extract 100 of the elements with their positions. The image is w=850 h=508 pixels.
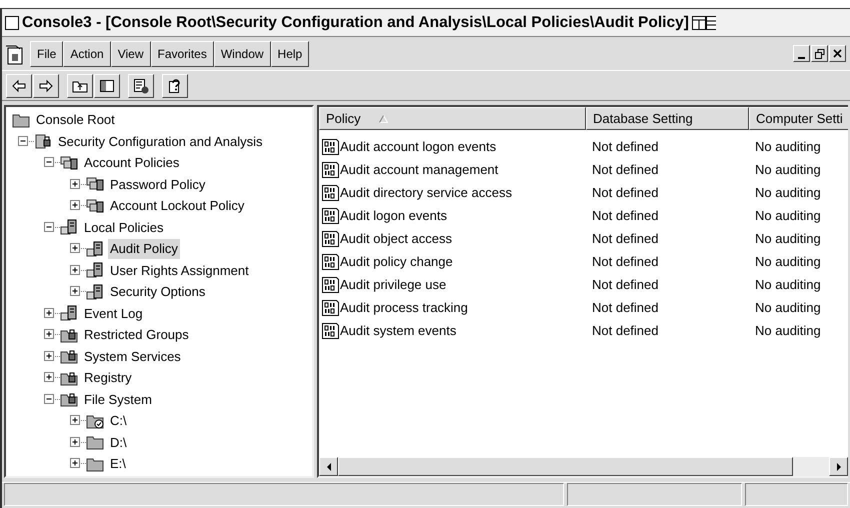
tree-item[interactable]: E:\ [108, 454, 128, 474]
table-cell: No auditing [755, 276, 821, 292]
cascade-icon [706, 16, 716, 30]
tree-item[interactable]: Local Policies [82, 218, 166, 237]
policy-name[interactable]: Audit system events [340, 320, 456, 340]
tree-item[interactable]: C:\ [108, 411, 129, 430]
policy-name[interactable]: Audit object access [340, 228, 452, 248]
menu-item[interactable]: File [30, 40, 64, 66]
column-header[interactable]: Computer Setti [749, 107, 848, 130]
table-cell: No auditing [755, 230, 821, 246]
expand-icon[interactable] [70, 415, 81, 426]
server-icon [86, 284, 104, 300]
expand-icon[interactable] [44, 308, 55, 319]
table-cell: Not defined [592, 300, 658, 315]
minimize-button[interactable] [793, 45, 810, 62]
close-button[interactable] [829, 45, 846, 62]
tree-item[interactable]: Account Policies [82, 153, 182, 172]
sort-ascending-icon [378, 114, 388, 122]
table-cell: No auditing [755, 208, 821, 223]
expand-icon[interactable] [70, 436, 81, 448]
collapse-icon[interactable] [18, 136, 29, 147]
binary-document-icon [321, 252, 340, 270]
tree-item[interactable]: Audit Policy [108, 239, 180, 258]
column-header[interactable]: Database Setting [586, 107, 749, 130]
locked-folder-icon [60, 348, 78, 364]
locked-folder-icon [60, 391, 78, 408]
export-list-icon[interactable] [128, 74, 154, 98]
binary-document-icon [321, 160, 340, 178]
expand-icon[interactable] [70, 286, 81, 298]
expand-icon[interactable] [44, 329, 55, 340]
collapse-icon[interactable] [44, 222, 55, 233]
tree-item[interactable]: Event Log [82, 304, 145, 323]
server-icon [60, 305, 78, 322]
expand-icon[interactable] [70, 243, 81, 254]
tree-item[interactable]: D:\ [108, 432, 129, 452]
tree-item[interactable]: Security Configuration and Analysis [56, 132, 265, 151]
menu-item[interactable]: Help [270, 40, 310, 66]
folder-icon [86, 456, 104, 472]
table-cell: Not defined [592, 208, 658, 223]
tree-item[interactable]: System Services [82, 346, 183, 366]
locked-folder-icon [60, 326, 78, 343]
tree-item[interactable]: Registry [82, 368, 134, 388]
policy-name[interactable]: Audit account logon events [340, 136, 496, 156]
tree-item[interactable]: Restricted Groups [82, 325, 191, 344]
policy-name[interactable]: Audit process tracking [340, 298, 468, 318]
help-icon[interactable] [162, 74, 188, 98]
policy-name[interactable]: Audit policy change [340, 252, 453, 272]
tree-item[interactable]: File System [82, 390, 154, 409]
table-cell: Not defined [592, 138, 658, 154]
table-cell: Not defined [592, 162, 658, 177]
binary-document-icon [321, 184, 340, 202]
tree-toggle-icon[interactable] [94, 74, 120, 98]
binary-document-icon [321, 298, 340, 316]
locked-folder-icon [60, 370, 78, 386]
scroll-left-button[interactable] [319, 457, 338, 476]
restore-icon [814, 48, 824, 58]
column-header[interactable]: Policy [319, 107, 586, 130]
policy-name[interactable]: Audit account management [340, 160, 498, 180]
up-folder-icon[interactable] [67, 74, 93, 98]
tree-item[interactable]: User Rights Assignment [108, 260, 251, 280]
collapse-icon[interactable] [44, 394, 55, 405]
table-cell: No auditing [755, 322, 821, 338]
binary-document-icon [321, 206, 340, 224]
policy-name[interactable]: Audit privilege use [340, 274, 446, 294]
scroll-right-button[interactable] [829, 457, 848, 476]
expand-icon[interactable] [70, 458, 81, 470]
expand-icon[interactable] [70, 264, 81, 276]
collapse-icon[interactable] [44, 157, 55, 168]
restore-button[interactable] [811, 45, 828, 62]
tile-icon [692, 16, 706, 30]
expand-icon[interactable] [44, 350, 55, 362]
expand-icon[interactable] [44, 372, 55, 384]
server-icon [86, 262, 104, 278]
table-cell: No auditing [755, 184, 821, 200]
table-cell: Not defined [592, 230, 658, 246]
window-title: Console3 - [Console Root\Security Configuration and Analysis\Local Policies\Audit Policy] [22, 12, 689, 33]
left-arrow-icon [326, 462, 332, 470]
folder-icon [12, 112, 30, 128]
table-cell: No auditing [755, 162, 821, 177]
folder-icon [86, 434, 104, 450]
menu-item[interactable]: View [110, 40, 150, 66]
server-icon [86, 240, 104, 257]
menu-item[interactable]: Action [63, 40, 111, 66]
server-icon [60, 219, 78, 236]
table-cell: No auditing [755, 138, 821, 154]
binary-document-icon [321, 322, 340, 340]
policy-name[interactable]: Audit logon events [340, 206, 447, 226]
policy-name[interactable]: Audit directory service access [340, 182, 512, 202]
tree-item[interactable]: Password Policy [108, 174, 208, 194]
table-cell: No auditing [755, 254, 821, 269]
expand-icon[interactable] [70, 178, 81, 190]
binary-document-icon [321, 230, 340, 248]
tree-item[interactable]: Console Root [34, 110, 117, 130]
table-cell: No auditing [755, 300, 821, 315]
menu-item[interactable]: Window [214, 40, 271, 66]
menu-item[interactable]: Favorites [150, 40, 214, 66]
expand-icon[interactable] [70, 200, 81, 212]
tree-item[interactable]: Security Options [108, 282, 208, 302]
table-cell: Not defined [592, 276, 658, 292]
tree-item[interactable]: Account Lockout Policy [108, 196, 246, 216]
